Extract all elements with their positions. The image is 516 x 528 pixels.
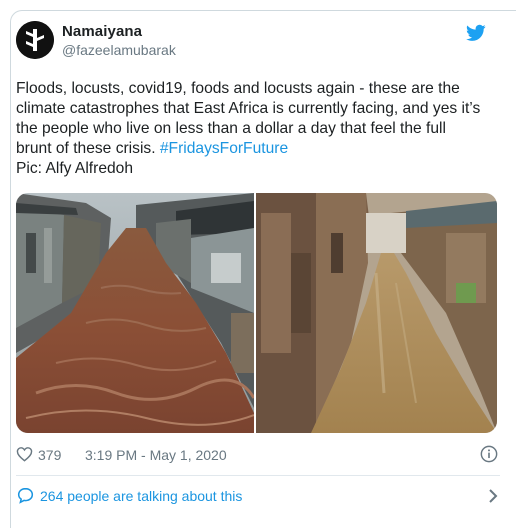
hashtag-link[interactable]: #FridaysForFuture	[160, 140, 288, 157]
photo-credit: Pic: Alfy Alfredoh	[16, 160, 134, 177]
tweet-text: Floods, locusts, covid19, foods and locu…	[16, 79, 500, 179]
avatar[interactable]	[16, 21, 54, 59]
heart-icon[interactable]	[16, 446, 33, 462]
author-handle[interactable]: @fazeelamubarak	[62, 42, 176, 58]
speech-bubble-icon	[17, 487, 34, 504]
tweet-text-fragment: brunt of these crisis.	[16, 140, 160, 157]
tweet-text-line: the people who live on less than a dolla…	[16, 120, 446, 137]
tweet-text-line: climate catastrophes that East Africa is…	[16, 100, 481, 117]
tweet-text-line: brunt of these crisis. #FridaysForFuture	[16, 139, 500, 159]
twitter-bird-icon[interactable]	[466, 24, 486, 42]
chevron-right-icon[interactable]	[486, 488, 500, 504]
info-icon[interactable]	[480, 445, 498, 463]
flood-photo-right[interactable]	[256, 193, 497, 433]
avatar-logo	[16, 21, 54, 59]
flood-street-image	[16, 193, 254, 433]
conversation-count[interactable]: 264 people are talking about this	[40, 488, 242, 504]
tweet-text-line: Floods, locusts, covid19, foods and locu…	[16, 80, 460, 97]
author-name[interactable]: Namaiyana	[62, 23, 142, 40]
conversation-link[interactable]: 264 people are talking about this	[16, 484, 500, 508]
flooded-alley-image	[256, 193, 497, 433]
media-grid	[16, 193, 497, 433]
tweet-timestamp[interactable]: 3:19 PM - May 1, 2020	[85, 447, 227, 463]
tweet-meta: 379 3:19 PM - May 1, 2020	[16, 444, 500, 466]
tweet-header: Namaiyana @fazeelamubarak	[16, 20, 486, 66]
flood-photo-left[interactable]	[16, 193, 254, 433]
divider	[16, 475, 500, 476]
like-count[interactable]: 379	[38, 447, 61, 463]
